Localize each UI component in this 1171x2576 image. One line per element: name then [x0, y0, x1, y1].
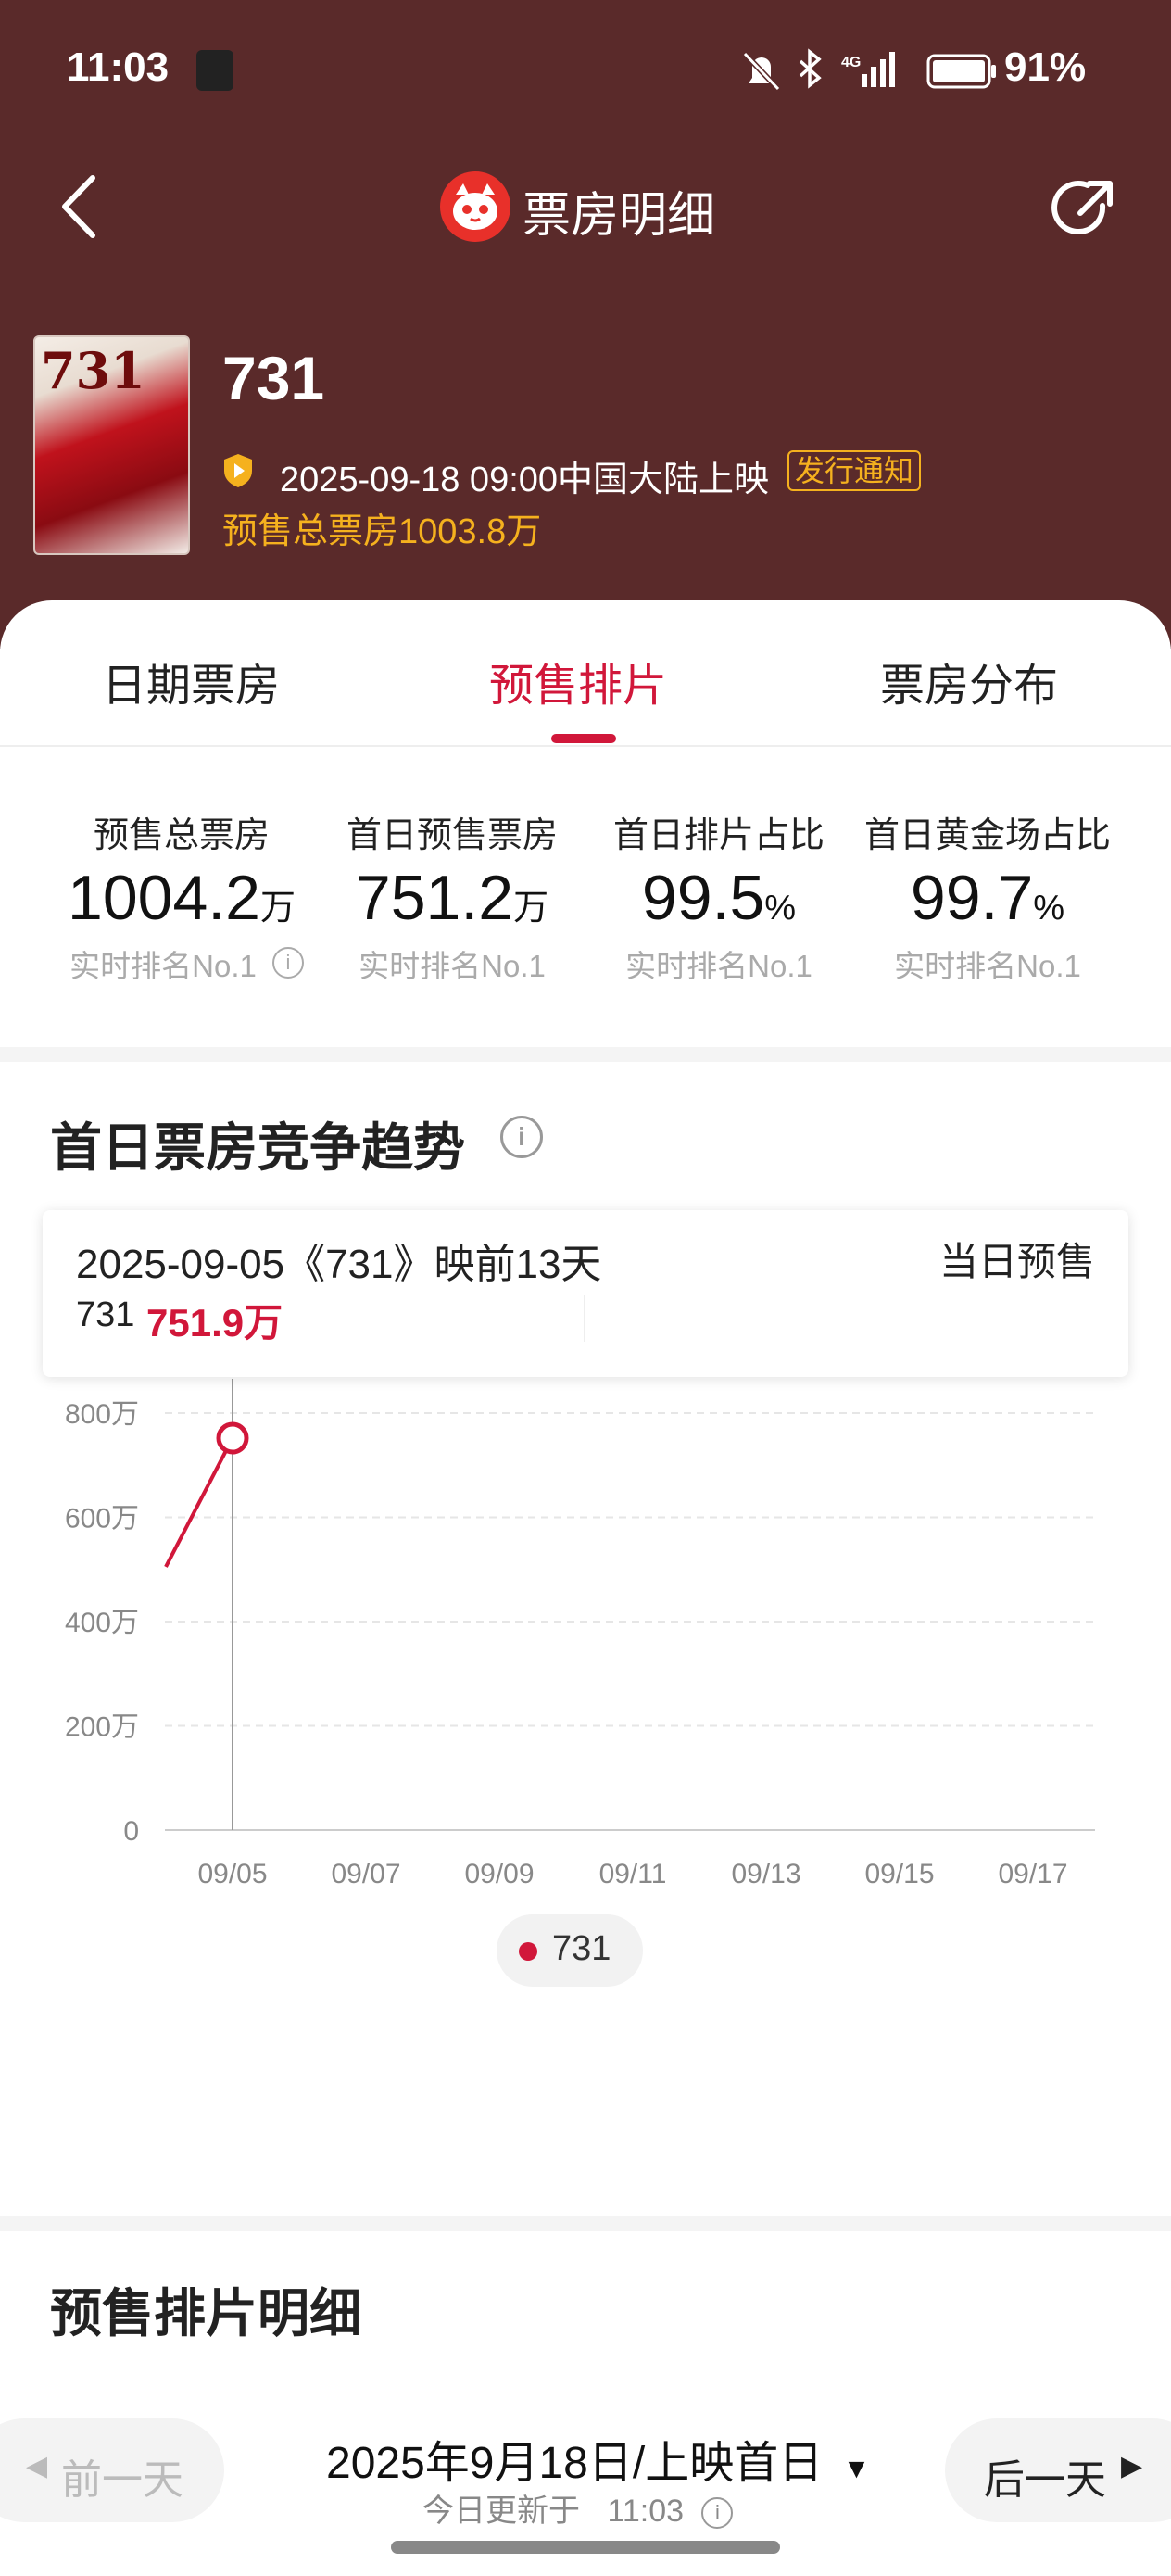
- trend-section-title: 首日票房竞争趋势: [50, 1118, 465, 1177]
- share-icon: [1051, 181, 1113, 235]
- y-tick-label: 200万: [65, 1712, 139, 1743]
- release-info: 2025-09-18 09:00中国大陆上映: [280, 461, 770, 499]
- chart-tooltip: 2025-09-05《731》映前13天 当日预售 731 751.9万: [43, 1210, 1128, 1377]
- date-label: 2025年9月18日/上映首日: [326, 2439, 824, 2488]
- share-button[interactable]: [1047, 172, 1121, 246]
- tab-divider: [0, 745, 1171, 747]
- trend-info-icon[interactable]: i: [500, 1116, 543, 1158]
- prev-day-label: 前一天: [61, 2457, 183, 2503]
- dropdown-caret-icon: ▼: [842, 2454, 871, 2484]
- x-tick-label: 09/07: [331, 1859, 400, 1889]
- presale-total-summary: 预售总票房1003.8万: [222, 512, 542, 551]
- x-tick-label: 09/05: [197, 1859, 267, 1889]
- page-title: 票房明细: [523, 189, 716, 243]
- back-button[interactable]: [52, 167, 107, 246]
- date-selector[interactable]: 2025年9月18日/上映首日 ▼: [326, 2426, 870, 2491]
- highlight-point: [216, 1421, 249, 1455]
- y-tick-label: 400万: [65, 1608, 139, 1638]
- legend-item[interactable]: 731: [497, 1914, 643, 1987]
- battery-percent: 91%: [1004, 44, 1087, 90]
- back-chevron-icon: [62, 175, 95, 238]
- section-separator: [0, 1047, 1171, 1062]
- info-icon[interactable]: i: [272, 947, 304, 979]
- tab-boxoffice-distribution[interactable]: 票房分布: [880, 649, 1058, 713]
- stat-value: 99.5%: [641, 863, 797, 933]
- prev-day-button[interactable]: ◀ 前一天: [0, 2418, 224, 2522]
- tab-date-boxoffice[interactable]: 日期票房: [102, 649, 280, 713]
- stat-label: 首日排片占比: [612, 816, 825, 855]
- tooltip-divider: [584, 1295, 586, 1342]
- tooltip-date: 2025-09-05《731》映前13天: [76, 1242, 602, 1287]
- svg-text:4G: 4G: [841, 55, 861, 70]
- next-day-button[interactable]: 后一天 ▶: [945, 2418, 1171, 2522]
- legend-color-dot: [519, 1942, 537, 1961]
- movie-poster[interactable]: 731: [33, 335, 190, 555]
- legend-label: 731: [552, 1929, 611, 1968]
- poster-title: 731: [41, 341, 145, 400]
- tooltip-value: 751.9万: [146, 1301, 283, 1345]
- tab-presale-schedule[interactable]: 预售排片: [489, 649, 667, 713]
- update-info: 今日更新于 11:03 i: [422, 2485, 734, 2531]
- movie-title: 731: [222, 344, 325, 412]
- x-tick-label: 09/09: [464, 1859, 534, 1889]
- x-tick-label: 09/15: [864, 1859, 934, 1889]
- stat-rank: 实时排名No.1: [359, 949, 546, 983]
- tooltip-series-name: 731: [76, 1295, 135, 1334]
- caret-left-icon: ◀: [26, 2451, 48, 2481]
- y-tick-label: 600万: [65, 1504, 139, 1534]
- stat-rank: 实时排名No.1: [69, 949, 257, 983]
- update-info-icon[interactable]: i: [701, 2497, 734, 2530]
- status-time: 11:03: [67, 44, 170, 90]
- series-line: [164, 1437, 234, 1568]
- update-time: 11:03: [607, 2494, 685, 2529]
- release-notice-badge[interactable]: 发行通知: [787, 450, 922, 491]
- trend-line-chart: 800万 600万 400万 200万 0 09/05 09/07 09/09 09/11 09…: [65, 1379, 1095, 1889]
- stat-label: 首日黄金场占比: [863, 816, 1111, 855]
- section-separator: [0, 2216, 1171, 2231]
- detail-section-title: 预售排片明细: [50, 2284, 361, 2342]
- stat-rank: 实时排名No.1: [894, 949, 1081, 983]
- stat-label: 预售总票房: [93, 816, 270, 855]
- stat-value: 1004.2万: [68, 863, 296, 933]
- app-notification-icon: [196, 50, 233, 91]
- home-indicator[interactable]: [391, 2541, 780, 2554]
- x-tick-label: 09/13: [731, 1859, 800, 1889]
- update-prefix: 今日更新于: [422, 2494, 580, 2529]
- y-tick-label: 0: [123, 1816, 139, 1847]
- x-tick-label: 09/11: [599, 1859, 667, 1889]
- stat-value: 99.7%: [910, 863, 1065, 933]
- shield-icon: [222, 452, 254, 489]
- tooltip-kind: 当日预售: [938, 1240, 1095, 1283]
- stat-value: 751.2万: [355, 863, 549, 933]
- y-tick-label: 800万: [65, 1399, 139, 1430]
- active-tab-indicator: [551, 734, 616, 743]
- cat-logo-icon: [439, 170, 511, 243]
- x-tick-label: 09/17: [998, 1859, 1067, 1889]
- caret-right-icon: ▶: [1121, 2451, 1143, 2481]
- stat-rank: 实时排名No.1: [625, 949, 812, 983]
- stat-label: 首日预售票房: [346, 816, 558, 855]
- next-day-label: 后一天: [984, 2457, 1106, 2503]
